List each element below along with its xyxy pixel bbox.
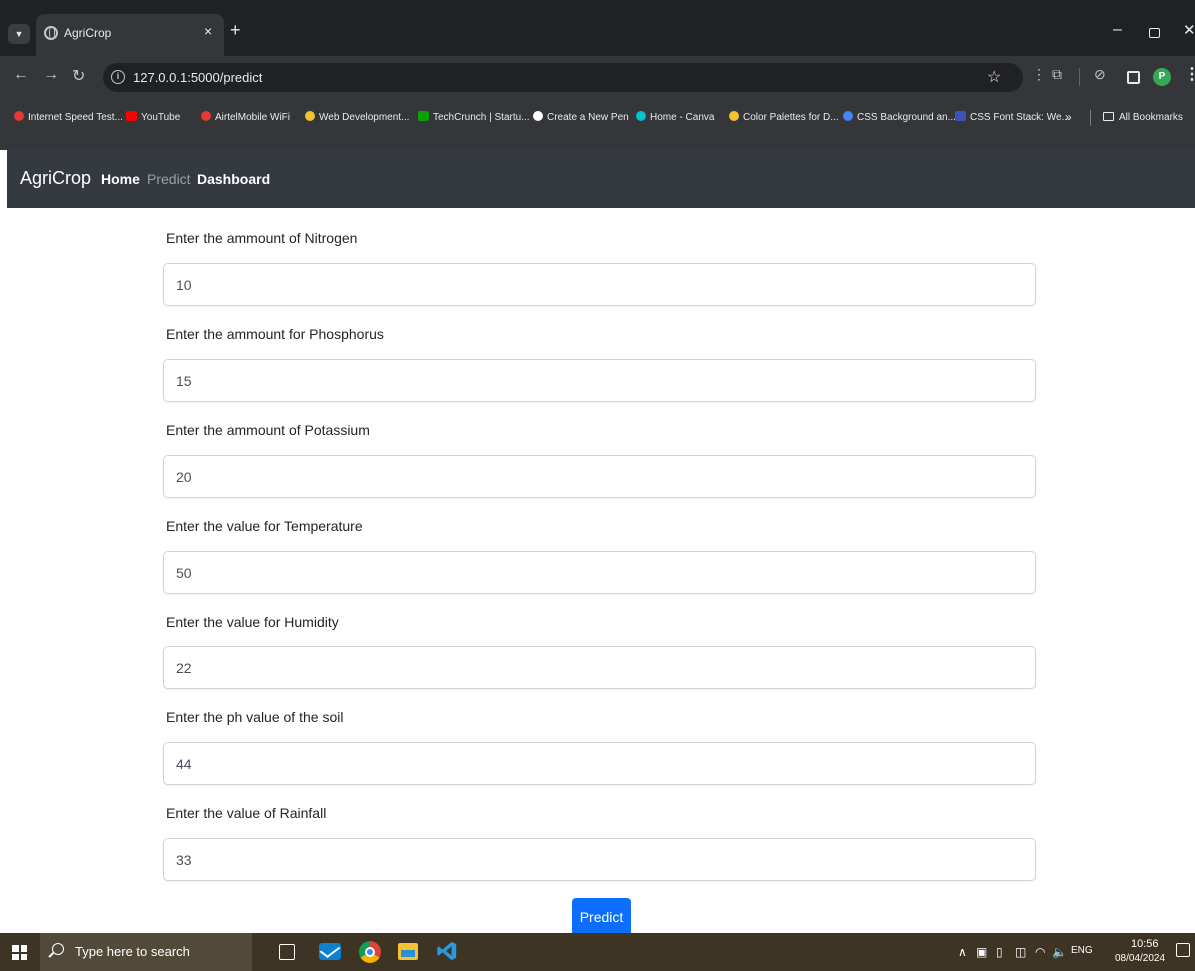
- temperature-input[interactable]: 50: [163, 551, 1036, 594]
- browser-toolbar: ← → ↻ i 127.0.0.1:5000/predict ☆: [0, 56, 1195, 98]
- humidity-input[interactable]: 22: [163, 646, 1036, 689]
- address-bar[interactable]: i 127.0.0.1:5000/predict ☆: [103, 63, 1023, 92]
- bookmark-item[interactable]: Color Palettes for D...: [729, 110, 839, 126]
- rainfall-input[interactable]: 33: [163, 838, 1036, 881]
- tray-meet-icon[interactable]: ▯: [996, 945, 1003, 959]
- wifi-icon[interactable]: ◠: [1035, 945, 1045, 959]
- search-placeholder: Type here to search: [75, 944, 190, 959]
- bookmarks-overflow-button[interactable]: »: [1065, 110, 1072, 124]
- phosphorus-label: Enter the ammount for Phosphorus: [166, 326, 384, 342]
- css-background-icon: [843, 111, 853, 121]
- forward-arrow-icon[interactable]: →: [43, 66, 59, 84]
- bookmark-item[interactable]: Internet Speed Test...: [14, 110, 123, 126]
- bookmark-item[interactable]: Create a New Pen: [533, 110, 629, 126]
- techcrunch-icon: [418, 111, 429, 121]
- bookmark-item[interactable]: CSS Font Stack: We...: [955, 110, 1070, 126]
- web-dev-icon: [305, 111, 315, 121]
- folder-icon: [1103, 112, 1114, 121]
- window-maximize-button[interactable]: [1149, 28, 1160, 38]
- back-arrow-icon[interactable]: ←: [13, 66, 29, 84]
- youtube-icon: [126, 111, 137, 121]
- side-panel-icon[interactable]: [1127, 71, 1140, 84]
- bookmark-item[interactable]: YouTube: [126, 110, 180, 126]
- codepen-icon: [533, 111, 543, 121]
- bookmark-item[interactable]: AirtelMobile WiFi: [201, 110, 290, 126]
- tray-display-icon[interactable]: ◫: [1015, 945, 1026, 959]
- windows-taskbar: Type here to search ∧ ▣ ▯ ◫ ◠ 🔈 ENG 10:5…: [0, 933, 1195, 971]
- vscode-app-icon[interactable]: [436, 939, 458, 963]
- brand-logo[interactable]: AgriCrop: [20, 168, 91, 189]
- potassium-input[interactable]: 20: [163, 455, 1036, 498]
- browser-tab-agricrop[interactable]: AgriCrop ×: [36, 14, 224, 56]
- notification-icon[interactable]: [1176, 943, 1190, 957]
- all-bookmarks-button[interactable]: All Bookmarks: [1103, 110, 1183, 126]
- url-text[interactable]: 127.0.0.1:5000/predict: [133, 70, 262, 85]
- profile-avatar[interactable]: P: [1153, 68, 1171, 86]
- toolbar-divider: [1079, 68, 1080, 86]
- canva-icon: [636, 111, 646, 121]
- tab-search-button[interactable]: ▼: [8, 24, 30, 44]
- tab-title: AgriCrop: [64, 26, 112, 40]
- language-indicator[interactable]: ENG: [1071, 945, 1093, 956]
- clock-date[interactable]: 08/04/2024: [1115, 953, 1165, 964]
- tray-app-icon[interactable]: ▣: [976, 945, 987, 959]
- extensions-puzzle-icon[interactable]: ⧉: [1052, 66, 1062, 83]
- search-icon: [52, 943, 64, 955]
- window-close-button[interactable]: ✕: [1183, 21, 1195, 39]
- mail-app-icon[interactable]: [319, 943, 341, 960]
- windows-start-icon[interactable]: [12, 945, 27, 960]
- window-minimize-button[interactable]: –: [1113, 21, 1122, 39]
- tab-close-button[interactable]: ×: [204, 23, 212, 39]
- temperature-label: Enter the value for Temperature: [166, 518, 363, 534]
- app-navbar: AgriCrop Home Predict Dashboard: [7, 150, 1195, 208]
- airtel-icon: [201, 111, 211, 121]
- new-tab-button[interactable]: +: [230, 20, 241, 41]
- bookmarks-divider: [1090, 110, 1091, 126]
- site-info-icon[interactable]: i: [111, 70, 125, 84]
- potassium-label: Enter the ammount of Potassium: [166, 422, 370, 438]
- speedtest-icon: [14, 111, 24, 121]
- bookmark-item[interactable]: Web Development...: [305, 110, 409, 126]
- globe-icon: [44, 26, 58, 40]
- ph-input[interactable]: 44: [163, 742, 1036, 785]
- rainfall-label: Enter the value of Rainfall: [166, 805, 327, 821]
- volume-icon[interactable]: 🔈: [1052, 945, 1067, 959]
- taskbar-search-box[interactable]: Type here to search: [40, 933, 252, 971]
- nitrogen-input[interactable]: 10: [163, 263, 1036, 306]
- chrome-app-icon[interactable]: [359, 941, 381, 963]
- extension-pin-icon[interactable]: ⋮: [1032, 66, 1046, 83]
- humidity-label: Enter the value for Humidity: [166, 614, 339, 630]
- file-explorer-icon[interactable]: [398, 943, 418, 960]
- reload-icon[interactable]: ↻: [72, 66, 85, 86]
- clock-time[interactable]: 10:56: [1131, 938, 1159, 950]
- bookmark-item[interactable]: TechCrunch | Startu...: [418, 110, 530, 126]
- task-view-icon[interactable]: [279, 944, 295, 960]
- ph-label: Enter the ph value of the soil: [166, 709, 344, 725]
- bookmarks-bar: Internet Speed Test... YouTube AirtelMob…: [0, 98, 1195, 150]
- tray-chevron-icon[interactable]: ∧: [958, 945, 967, 959]
- bookmark-item[interactable]: CSS Background an...: [843, 110, 956, 126]
- bookmark-star-icon[interactable]: ☆: [987, 67, 1001, 87]
- nav-predict[interactable]: Predict: [147, 171, 191, 187]
- browser-menu-icon[interactable]: ⋮: [1184, 64, 1195, 84]
- extension-icon[interactable]: ⊘: [1094, 66, 1106, 83]
- nitrogen-label: Enter the ammount of Nitrogen: [166, 230, 358, 246]
- nav-dashboard[interactable]: Dashboard: [197, 171, 270, 187]
- phosphorus-input[interactable]: 15: [163, 359, 1036, 402]
- predict-button[interactable]: Predict: [572, 898, 631, 938]
- bookmark-item[interactable]: Home - Canva: [636, 110, 714, 126]
- color-palette-icon: [729, 111, 739, 121]
- browser-tabstrip: ▼ AgriCrop × + – ✕: [0, 0, 1195, 56]
- css-font-stack-icon: [955, 111, 966, 121]
- nav-home[interactable]: Home: [101, 171, 140, 187]
